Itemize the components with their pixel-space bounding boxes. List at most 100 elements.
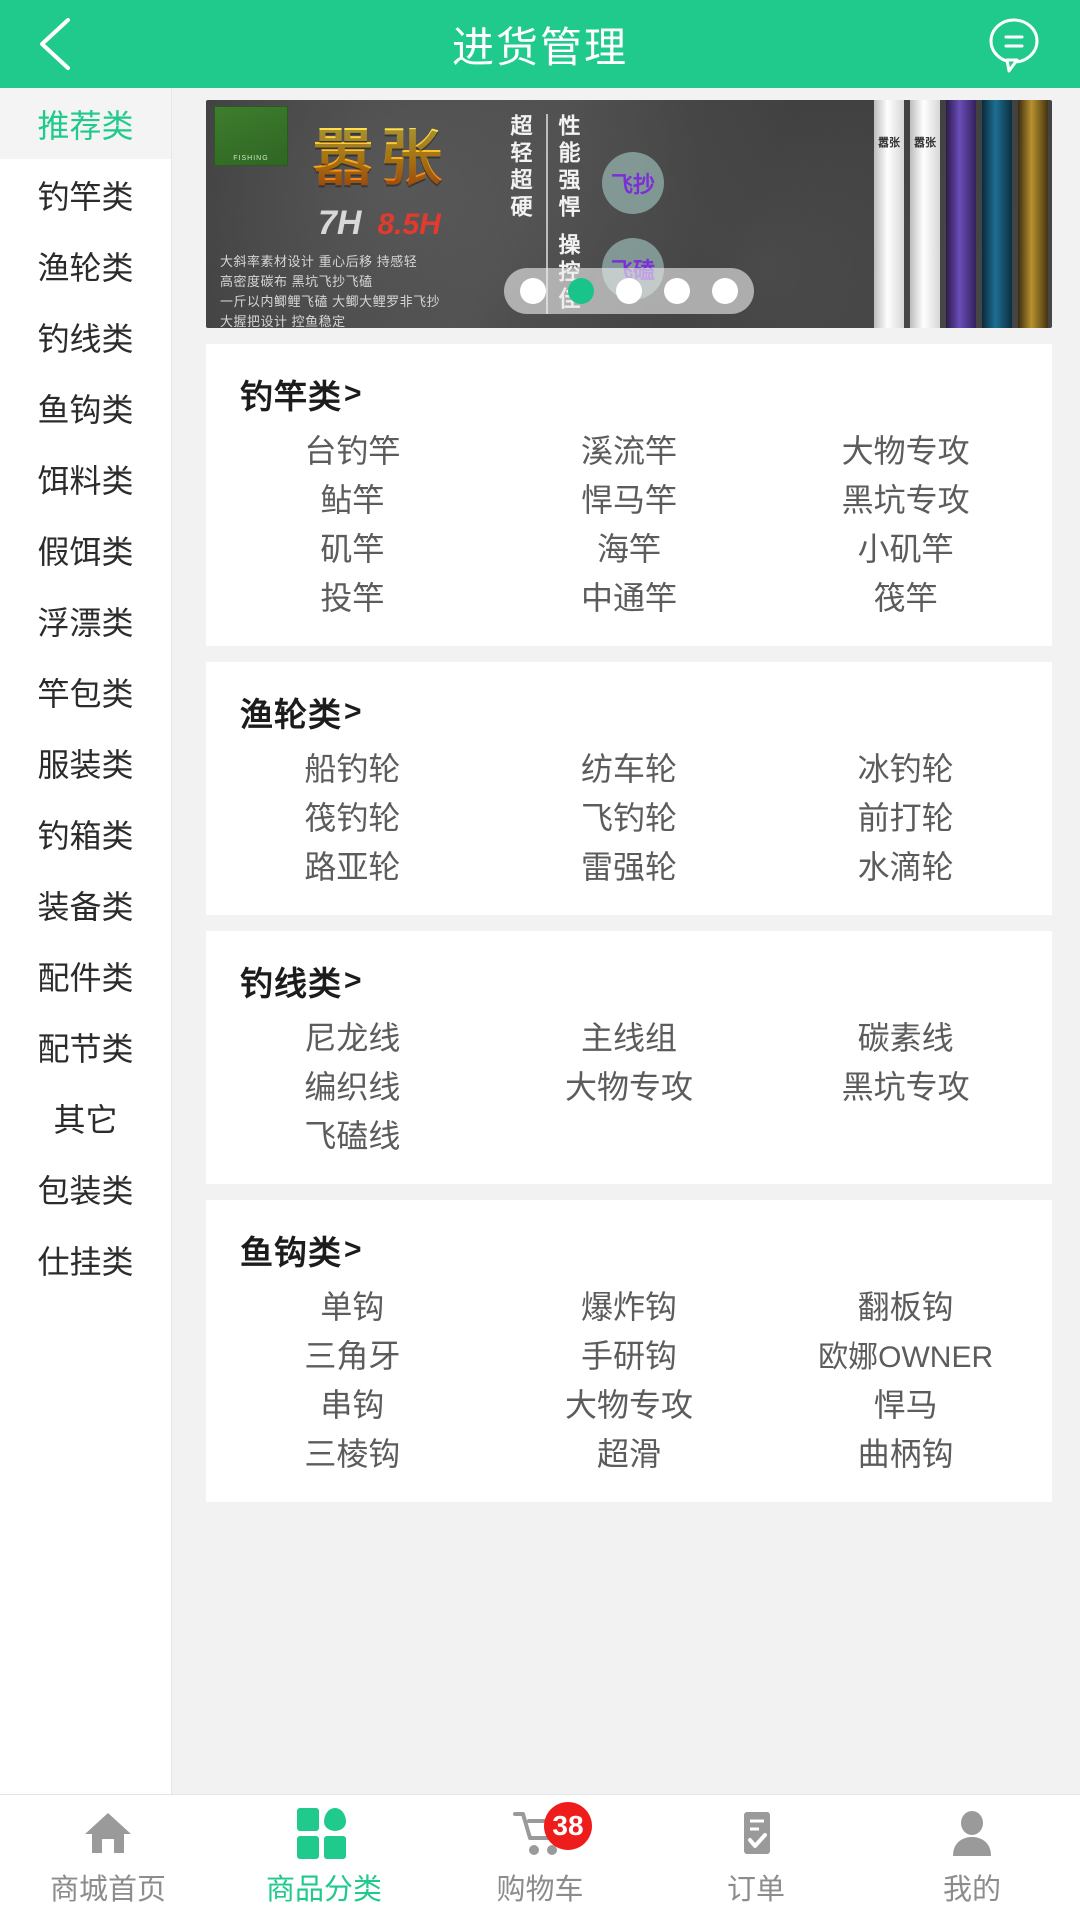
tab-商城首页[interactable]: 商城首页 [0, 1795, 216, 1920]
sidebar-item-15[interactable]: 包装类 [0, 1153, 171, 1224]
subcategory-grid: 台钓竿 溪流竿 大物专攻鲇竿 悍马竿 黑坑专攻矶竿 海竿 小矶竿投竿 中通竿 筏竿 [214, 424, 1044, 620]
carousel-dot-1[interactable] [568, 278, 594, 304]
subcategory-item[interactable]: 尼龙线 [214, 1011, 491, 1060]
subcategory-item[interactable]: 船钓轮 [214, 742, 491, 791]
subcategory-item[interactable]: 碳素线 [767, 1011, 1044, 1060]
subcategory-item[interactable]: 手研钩 [491, 1329, 768, 1378]
subcategory-item[interactable]: 前打轮 [767, 791, 1044, 840]
sidebar-item-16[interactable]: 仕挂类 [0, 1224, 171, 1295]
promo-banner[interactable]: FISHING 嚣张 7H 8.5H 大斜率素材设计 重心后移 持感轻 高密度碳… [206, 100, 1052, 328]
subcategory-item[interactable]: 爆炸钩 [491, 1280, 768, 1329]
grid-cell-diamond [324, 1807, 346, 1831]
subcategory-item[interactable]: 纺车轮 [491, 742, 768, 791]
subcategory-grid: 船钓轮 纺车轮 冰钓轮筏钓轮 飞钓轮 前打轮路亚轮 雷强轮 水滴轮 [214, 742, 1044, 889]
sidebar-item-6[interactable]: 假饵类 [0, 514, 171, 585]
sidebar-item-label: 仕挂类 [37, 1243, 134, 1280]
subcategory-item[interactable]: 小矶竿 [767, 522, 1044, 571]
subcategory-item[interactable]: 飞磕线 [214, 1109, 491, 1158]
subcategory-item[interactable]: 串钩 [214, 1378, 491, 1427]
rod-image-white-1: 嚣张 [874, 100, 904, 328]
banner-desc-line-3: 一斤以内鲫鲤飞磕 大鲫大鲤罗非飞抄 [220, 294, 441, 310]
sidebar-item-9[interactable]: 服装类 [0, 727, 171, 798]
subcategory-item[interactable]: 中通竿 [491, 571, 768, 620]
subcategory-item[interactable]: 海竿 [491, 522, 768, 571]
content-scroll-area[interactable]: FISHING 嚣张 7H 8.5H 大斜率素材设计 重心后移 持感轻 高密度碳… [172, 88, 1080, 1794]
grid-cell [324, 1835, 346, 1859]
subcategory-item[interactable]: 黑坑专攻 [767, 473, 1044, 522]
sidebar-item-10[interactable]: 钓箱类 [0, 798, 171, 869]
subcategory-item[interactable]: 雷强轮 [491, 840, 768, 889]
subcategory-item[interactable]: 三角牙 [214, 1329, 491, 1378]
sidebar-item-14[interactable]: 其它 [0, 1082, 171, 1153]
user-profile-icon-wrap [945, 1808, 999, 1858]
tab-购物车[interactable]: 38 购物车 [432, 1795, 648, 1920]
home-icon-wrap [81, 1808, 135, 1858]
subcategory-item[interactable]: 曲柄钩 [767, 1427, 1044, 1476]
sidebar-item-label: 钓线类 [37, 320, 134, 357]
sidebar-item-0[interactable]: 推荐类 [0, 88, 171, 159]
subcategory-item[interactable]: 矶竿 [214, 522, 491, 571]
banner-rod-images: 嚣张 嚣张 [852, 100, 1052, 328]
carousel-pagination[interactable] [504, 268, 754, 314]
subcategory-item[interactable]: 悍马竿 [491, 473, 768, 522]
subcategory-item[interactable]: 筏竿 [767, 571, 1044, 620]
subcategory-item[interactable]: 台钓竿 [214, 424, 491, 473]
category-card-list: 钓竿类 > 台钓竿 溪流竿 大物专攻 鲇竿 悍马竿 黑坑专攻 矶竿 海竿 小矶竿 投竿 中通竿 筏竿 渔轮类… [172, 344, 1080, 1502]
sidebar-item-label: 钓箱类 [37, 817, 134, 854]
subcategory-item[interactable]: 路亚轮 [214, 840, 491, 889]
category-card-title: 鱼钩类 [240, 1234, 342, 1271]
back-button[interactable] [34, 14, 94, 74]
subcategory-item[interactable]: 欧娜OWNER [767, 1329, 1044, 1378]
user-profile-icon [953, 1810, 991, 1856]
category-card-header[interactable]: 钓线类 > [214, 957, 1044, 1011]
subcategory-item[interactable]: 三棱钩 [214, 1427, 491, 1476]
category-card-header[interactable]: 鱼钩类 > [214, 1226, 1044, 1280]
subcategory-item[interactable]: 筏钓轮 [214, 791, 491, 840]
bottom-tab-bar[interactable]: 商城首页 商品分类 38 购物车 订单 我的 [0, 1794, 1080, 1920]
subcategory-item[interactable]: 黑坑专攻 [767, 1060, 1044, 1109]
subcategory-item[interactable]: 投竿 [214, 571, 491, 620]
banner-brand: 嚣张 [312, 124, 449, 193]
category-card-title: 钓线类 [240, 965, 342, 1002]
category-card: 钓线类 > 尼龙线 主线组 碳素线编织线 大物专攻 黑坑专攻飞磕线 [206, 931, 1052, 1184]
subcategory-item[interactable]: 溪流竿 [491, 424, 768, 473]
subcategory-item[interactable]: 鲇竿 [214, 473, 491, 522]
tab-我的[interactable]: 我的 [864, 1795, 1080, 1920]
sidebar-item-4[interactable]: 鱼钩类 [0, 372, 171, 443]
sidebar-item-11[interactable]: 装备类 [0, 869, 171, 940]
subcategory-item[interactable]: 水滴轮 [767, 840, 1044, 889]
sidebar-item-3[interactable]: 钓线类 [0, 301, 171, 372]
subcategory-item[interactable]: 悍马 [767, 1378, 1044, 1427]
sidebar-item-12[interactable]: 配件类 [0, 940, 171, 1011]
sidebar-item-label: 其它 [53, 1101, 118, 1138]
category-card-header[interactable]: 钓竿类 > [214, 370, 1044, 424]
carousel-dot-4[interactable] [712, 278, 738, 304]
subcategory-item[interactable]: 翻板钩 [767, 1280, 1044, 1329]
carousel-dot-2[interactable] [616, 278, 642, 304]
subcategory-item[interactable]: 大物专攻 [767, 424, 1044, 473]
sidebar-item-5[interactable]: 饵料类 [0, 443, 171, 514]
category-sidebar[interactable]: 推荐类 钓竿类 渔轮类钓线类鱼钩类 饵料类 假饵类 浮漂类 竿包类 服装类钓箱类装备类配件类配… [0, 88, 172, 1794]
subcategory-item[interactable]: 大物专攻 [491, 1378, 768, 1427]
subcategory-item[interactable]: 飞钓轮 [491, 791, 768, 840]
tab-商品分类[interactable]: 商品分类 [216, 1795, 432, 1920]
rod-image-purple [946, 100, 976, 328]
sidebar-item-label: 配件类 [37, 959, 134, 996]
subcategory-item[interactable]: 主线组 [491, 1011, 768, 1060]
subcategory-item[interactable]: 超滑 [491, 1427, 768, 1476]
category-card: 鱼钩类 > 单钩 爆炸钩 翻板钩三角牙 手研钩 欧娜OWNER 串钩 大物专攻 悍马三棱钩 超滑 曲柄… [206, 1200, 1052, 1502]
sidebar-item-8[interactable]: 竿包类 [0, 656, 171, 727]
sidebar-item-13[interactable]: 配节类 [0, 1011, 171, 1082]
carousel-dot-0[interactable] [520, 278, 546, 304]
category-card-header[interactable]: 渔轮类 > [214, 688, 1044, 742]
subcategory-item[interactable]: 冰钓轮 [767, 742, 1044, 791]
tab-订单[interactable]: 订单 [648, 1795, 864, 1920]
sidebar-item-2[interactable]: 渔轮类 [0, 230, 171, 301]
subcategory-item[interactable]: 大物专攻 [491, 1060, 768, 1109]
message-button[interactable] [982, 12, 1046, 76]
subcategory-item[interactable]: 编织线 [214, 1060, 491, 1109]
subcategory-item[interactable]: 单钩 [214, 1280, 491, 1329]
carousel-dot-3[interactable] [664, 278, 690, 304]
sidebar-item-1[interactable]: 钓竿类 [0, 159, 171, 230]
sidebar-item-7[interactable]: 浮漂类 [0, 585, 171, 656]
